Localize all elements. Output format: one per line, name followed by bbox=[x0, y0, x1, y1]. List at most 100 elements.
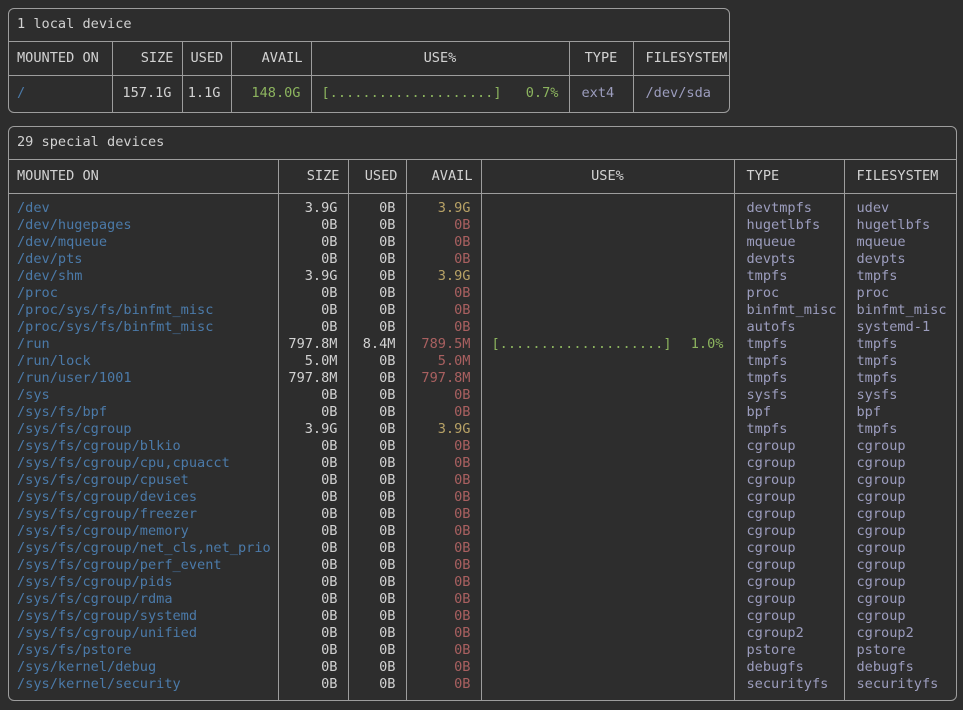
use-percent-cell bbox=[481, 251, 734, 268]
use-percent-cell bbox=[481, 285, 734, 302]
mounted-on-cell: / bbox=[9, 76, 112, 113]
type-cell: autofs bbox=[734, 319, 844, 336]
avail-cell: 0B bbox=[406, 523, 481, 540]
device-row: /dev/hugepages 0B 0B 0B hugetlbfs hugetl… bbox=[9, 217, 956, 234]
mounted-on-cell: /proc bbox=[9, 285, 278, 302]
type-cell: hugetlbfs bbox=[734, 217, 844, 234]
avail-cell: 0B bbox=[406, 642, 481, 659]
size-cell: 0B bbox=[278, 642, 348, 659]
used-cell: 0B bbox=[348, 489, 406, 506]
type-cell: binfmt_misc bbox=[734, 302, 844, 319]
use-percent-cell bbox=[481, 591, 734, 608]
used-cell: 0B bbox=[348, 370, 406, 387]
usage-bar-wrap: [....................] 1.0% bbox=[482, 336, 734, 353]
avail-cell: 797.8M bbox=[406, 370, 481, 387]
use-percent-cell: [....................] 1.0% bbox=[481, 336, 734, 353]
used-cell: 0B bbox=[348, 251, 406, 268]
type-cell: proc bbox=[734, 285, 844, 302]
device-row: /sys/kernel/debug 0B 0B 0B debugfs debug… bbox=[9, 659, 956, 676]
used-cell: 0B bbox=[348, 574, 406, 591]
size-cell: 157.1G bbox=[112, 76, 182, 113]
device-row: /sys/fs/bpf 0B 0B 0B bpf bpf bbox=[9, 404, 956, 421]
use-percent-cell bbox=[481, 574, 734, 591]
size-cell: 3.9G bbox=[278, 421, 348, 438]
used-cell: 0B bbox=[348, 557, 406, 574]
device-row: /sys/fs/cgroup/blkio 0B 0B 0B cgroup cgr… bbox=[9, 438, 956, 455]
col-header-used: USED bbox=[182, 42, 231, 76]
device-row: /proc 0B 0B 0B proc proc bbox=[9, 285, 956, 302]
avail-cell: 148.0G bbox=[231, 76, 311, 113]
used-cell: 0B bbox=[348, 455, 406, 472]
size-cell: 797.8M bbox=[278, 370, 348, 387]
size-cell: 5.0M bbox=[278, 353, 348, 370]
filesystem-cell: /dev/sda bbox=[633, 76, 729, 113]
col-header-use-pct: USE% bbox=[311, 42, 569, 76]
filesystem-cell: cgroup bbox=[844, 574, 956, 591]
avail-cell: 0B bbox=[406, 574, 481, 591]
avail-cell: 0B bbox=[406, 506, 481, 523]
type-cell: debugfs bbox=[734, 659, 844, 676]
mounted-on-cell: /dev/mqueue bbox=[9, 234, 278, 251]
size-cell: 0B bbox=[278, 319, 348, 336]
use-percent-cell bbox=[481, 506, 734, 523]
used-cell: 0B bbox=[348, 268, 406, 285]
filesystem-cell: cgroup bbox=[844, 472, 956, 489]
use-percent-cell bbox=[481, 404, 734, 421]
use-percent-cell bbox=[481, 540, 734, 557]
column-header-row: MOUNTED ON SIZE USED AVAIL USE% TYPE FIL… bbox=[9, 160, 956, 194]
type-cell: tmpfs bbox=[734, 370, 844, 387]
type-cell: cgroup bbox=[734, 591, 844, 608]
avail-cell: 0B bbox=[406, 472, 481, 489]
table-title-row: 29 special devices bbox=[9, 127, 956, 160]
avail-cell: 0B bbox=[406, 625, 481, 642]
device-row: /run 797.8M 8.4M 789.5M [...............… bbox=[9, 336, 956, 353]
use-percent-cell bbox=[481, 234, 734, 251]
filesystem-cell: binfmt_misc bbox=[844, 302, 956, 319]
used-cell: 0B bbox=[348, 302, 406, 319]
filesystem-cell: mqueue bbox=[844, 234, 956, 251]
usage-bar-wrap: [....................] 0.7% bbox=[312, 85, 569, 102]
avail-cell: 0B bbox=[406, 319, 481, 336]
filesystem-cell: devpts bbox=[844, 251, 956, 268]
col-header-mounted-on: MOUNTED ON bbox=[9, 160, 278, 194]
type-cell: mqueue bbox=[734, 234, 844, 251]
local-table-body: / 157.1G 1.1G 148.0G [..................… bbox=[9, 76, 729, 113]
size-cell: 0B bbox=[278, 251, 348, 268]
device-row: /sys/fs/cgroup/cpuset 0B 0B 0B cgroup cg… bbox=[9, 472, 956, 489]
device-row: /dev/mqueue 0B 0B 0B mqueue mqueue bbox=[9, 234, 956, 251]
device-row: /run/lock 5.0M 0B 5.0M tmpfs tmpfs bbox=[9, 353, 956, 370]
device-row: /sys/fs/cgroup/net_cls,net_prio 0B 0B 0B… bbox=[9, 540, 956, 557]
mounted-on-cell: /proc/sys/fs/binfmt_misc bbox=[9, 319, 278, 336]
use-percent-cell bbox=[481, 302, 734, 319]
filesystem-cell: tmpfs bbox=[844, 336, 956, 353]
used-cell: 0B bbox=[348, 659, 406, 676]
size-cell: 0B bbox=[278, 625, 348, 642]
filesystem-cell: proc bbox=[844, 285, 956, 302]
use-percent-cell: [....................] 0.7% bbox=[311, 76, 569, 113]
mounted-on-cell: /run/lock bbox=[9, 353, 278, 370]
avail-cell: 0B bbox=[406, 251, 481, 268]
avail-cell: 0B bbox=[406, 659, 481, 676]
size-cell: 797.8M bbox=[278, 336, 348, 353]
mounted-on-cell: /sys/fs/cgroup/unified bbox=[9, 625, 278, 642]
mounted-on-cell: /sys/fs/cgroup/cpuset bbox=[9, 472, 278, 489]
type-cell: tmpfs bbox=[734, 336, 844, 353]
filesystem-cell: tmpfs bbox=[844, 421, 956, 438]
use-percent-cell bbox=[481, 642, 734, 659]
device-row: /proc/sys/fs/binfmt_misc 0B 0B 0B binfmt… bbox=[9, 302, 956, 319]
size-cell: 0B bbox=[278, 489, 348, 506]
used-cell: 0B bbox=[348, 438, 406, 455]
table-title-row: 1 local device bbox=[9, 9, 729, 42]
filesystem-cell: cgroup bbox=[844, 591, 956, 608]
device-row: /proc/sys/fs/binfmt_misc 0B 0B 0B autofs… bbox=[9, 319, 956, 336]
use-percent-cell bbox=[481, 659, 734, 676]
device-row: /run/user/1001 797.8M 0B 797.8M tmpfs tm… bbox=[9, 370, 956, 387]
type-cell: cgroup bbox=[734, 438, 844, 455]
size-cell: 0B bbox=[278, 455, 348, 472]
used-cell: 0B bbox=[348, 625, 406, 642]
size-cell: 0B bbox=[278, 574, 348, 591]
used-cell: 0B bbox=[348, 404, 406, 421]
filesystem-cell: pstore bbox=[844, 642, 956, 659]
usage-percent: 1.0% bbox=[691, 336, 724, 353]
use-percent-cell bbox=[481, 608, 734, 625]
